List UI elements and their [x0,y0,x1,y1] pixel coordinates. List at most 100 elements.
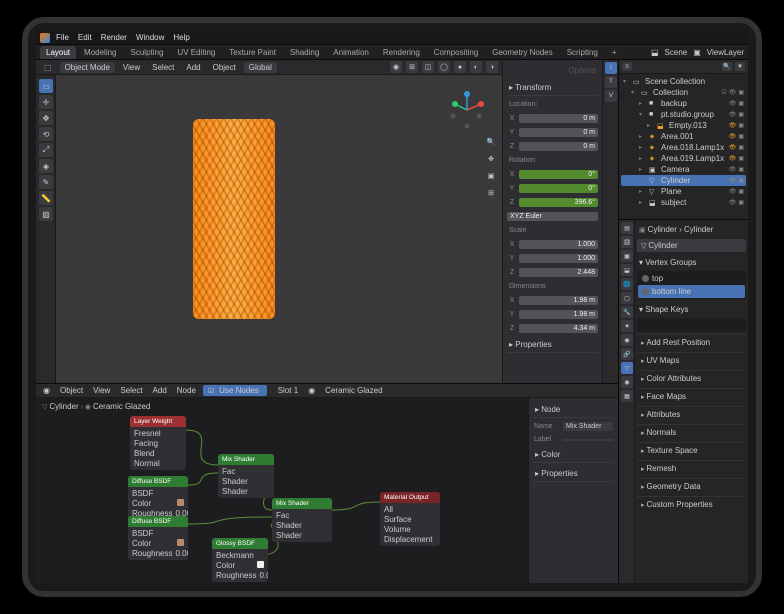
transform-header[interactable]: ▸ Transform [507,80,598,96]
node-diffuse-1[interactable]: Diffuse BSDF BSDF Color Roughness0.000 [128,476,188,520]
shading-wireframe-icon[interactable]: ◯ [438,61,450,73]
ne-menu-add[interactable]: Add [150,385,170,396]
scene-tab-icon[interactable]: ⬓ [621,264,633,276]
node-glossy[interactable]: Glossy BSDF Beckmann Color Roughness0.03… [212,538,268,582]
particles-tab-icon[interactable]: ✷ [621,320,633,332]
objectdata-tab-icon[interactable]: ▽ [621,362,633,374]
node-label-field[interactable] [563,439,613,441]
cursor-tool-icon[interactable]: ✛ [39,95,53,109]
use-nodes-checkbox[interactable]: ☑ Use Nodes [203,385,267,396]
shading-rendered-icon[interactable]: ◑ [486,61,498,73]
menu-edit[interactable]: Edit [75,32,95,43]
select-tool-icon[interactable]: ▭ [39,79,53,93]
nav-gizmo[interactable] [447,90,487,130]
tab-layout[interactable]: Layout [40,46,76,59]
socket-value[interactable]: 0.037 [259,571,268,580]
ne-menu-node[interactable]: Node [174,385,199,396]
node-color-accordion[interactable]: ▸ Color [533,447,614,463]
outliner-item[interactable]: ▸▽Plane👁▣ [621,186,746,197]
dim-y-field[interactable]: 1.98 m [519,310,598,319]
zoom-icon[interactable]: 🔍 [484,135,498,149]
menu-file[interactable]: File [53,32,72,43]
vertex-group-item[interactable]: top [638,272,745,285]
physics-tab-icon[interactable]: ◉ [621,334,633,346]
acc-rest-position[interactable]: ▸ Add Rest Position [637,334,746,350]
rot-y-field[interactable]: 0° [519,184,598,193]
annotate-tool-icon[interactable]: ✎ [39,175,53,189]
scale-z-field[interactable]: 2.448 [519,268,598,277]
color-swatch[interactable] [177,499,184,506]
loc-x-field[interactable]: 0 m [519,114,598,123]
orientation-dropdown[interactable]: Global [244,62,277,73]
selected-mesh-cylinder[interactable] [193,119,275,319]
color-swatch[interactable] [177,539,184,546]
outliner-item[interactable]: ▸⬓subject👁▣ [621,197,746,208]
outliner-collection[interactable]: ▾▭Collection☑👁▣ [621,87,746,98]
render-tab-icon[interactable]: ▤ [621,222,633,234]
node-name-field[interactable]: Mix Shader [563,422,613,431]
outliner-item[interactable]: ▸✷Area.001👁▣ [621,131,746,142]
tab-sculpting[interactable]: Sculpting [125,46,170,59]
tool-tab[interactable]: T [605,76,617,88]
object-mode-dropdown[interactable]: Object Mode [60,62,115,73]
vertex-groups-header[interactable]: ▾ Vertex Groups [637,254,746,269]
scale-y-field[interactable]: 1.000 [519,254,598,263]
filter-icon[interactable]: ▼ [735,62,745,71]
outliner-editor-icon[interactable]: ≡ [622,62,632,71]
vp-menu-add[interactable]: Add [182,62,204,73]
ne-menu-select[interactable]: Select [117,385,145,396]
shader-type-dropdown[interactable]: Object [57,385,86,396]
scale-x-field[interactable]: 1.000 [519,240,598,249]
transform-tool-icon[interactable]: ◈ [39,159,53,173]
output-tab-icon[interactable]: 🖨 [621,236,633,248]
shader-editor-icon[interactable]: ◉ [40,385,53,396]
outliner-item[interactable]: ▸■backup👁▣ [621,98,746,109]
rotation-mode-dropdown[interactable]: XYZ Euler [507,212,598,221]
world-tab-icon[interactable]: 🌐 [621,278,633,290]
move-view-icon[interactable]: ✥ [484,152,498,166]
loc-z-field[interactable]: 0 m [519,142,598,151]
tab-scripting[interactable]: Scripting [561,46,604,59]
slot-dropdown[interactable]: Slot 1 [275,385,301,396]
outliner-item[interactable]: ▸▣Camera👁▣ [621,164,746,175]
shape-keys-header[interactable]: ▾ Shape Keys [637,301,746,316]
tab-add[interactable]: + [606,46,623,59]
node-props-accordion[interactable]: ▸ Properties [533,466,614,482]
color-swatch[interactable] [257,561,264,568]
vp-menu-select[interactable]: Select [148,62,178,73]
node-layer-weight[interactable]: Layer Weight Fresnel Facing Blend Normal [130,416,186,470]
material-tab-icon[interactable]: ◉ [621,376,633,388]
node-diffuse-2[interactable]: Diffuse BSDF BSDF Color Roughness0.000 [128,516,188,560]
viewlayer-name[interactable]: ViewLayer [707,48,744,57]
vp-menu-view[interactable]: View [119,62,144,73]
item-tab[interactable]: I [605,62,617,74]
tab-geonodes[interactable]: Geometry Nodes [486,46,558,59]
acc-texture-space[interactable]: ▸ Texture Space [637,442,746,458]
search-icon[interactable]: 🔍 [722,62,732,71]
acc-face-maps[interactable]: ▸ Face Maps [637,388,746,404]
scene-name[interactable]: Scene [665,48,688,57]
material-name-field[interactable]: Ceramic Glazed [322,385,385,396]
tab-modeling[interactable]: Modeling [78,46,122,59]
outliner-item[interactable]: ▸✷Area.018.Lamp1x👁▣ [621,142,746,153]
vp-menu-object[interactable]: Object [209,62,240,73]
acc-remesh[interactable]: ▸ Remesh [637,460,746,476]
tab-rendering[interactable]: Rendering [377,46,426,59]
measure-tool-icon[interactable]: 📏 [39,191,53,205]
dim-z-field[interactable]: 4.34 m [519,324,598,333]
acc-uv-maps[interactable]: ▸ UV Maps [637,352,746,368]
options-dropdown[interactable]: Options [507,64,598,77]
scale-tool-icon[interactable]: ⤢ [39,143,53,157]
tab-shading[interactable]: Shading [284,46,325,59]
outliner-item-selected[interactable]: ▸▽Cylinder👁▣ [621,175,746,186]
acc-attributes[interactable]: ▸ Attributes [637,406,746,422]
rot-x-field[interactable]: 0° [519,170,598,179]
addcube-tool-icon[interactable]: ▨ [39,207,53,221]
constraints-tab-icon[interactable]: 🔗 [621,348,633,360]
object-tab-icon[interactable]: ▢ [621,292,633,304]
node-mix-2[interactable]: Mix Shader Fac Shader Shader [272,498,332,542]
view-tab[interactable]: V [605,90,617,102]
vertex-group-item-selected[interactable]: bottom line [638,285,745,298]
acc-custom-props[interactable]: ▸ Custom Properties [637,496,746,512]
shading-material-icon[interactable]: ◐ [470,61,482,73]
